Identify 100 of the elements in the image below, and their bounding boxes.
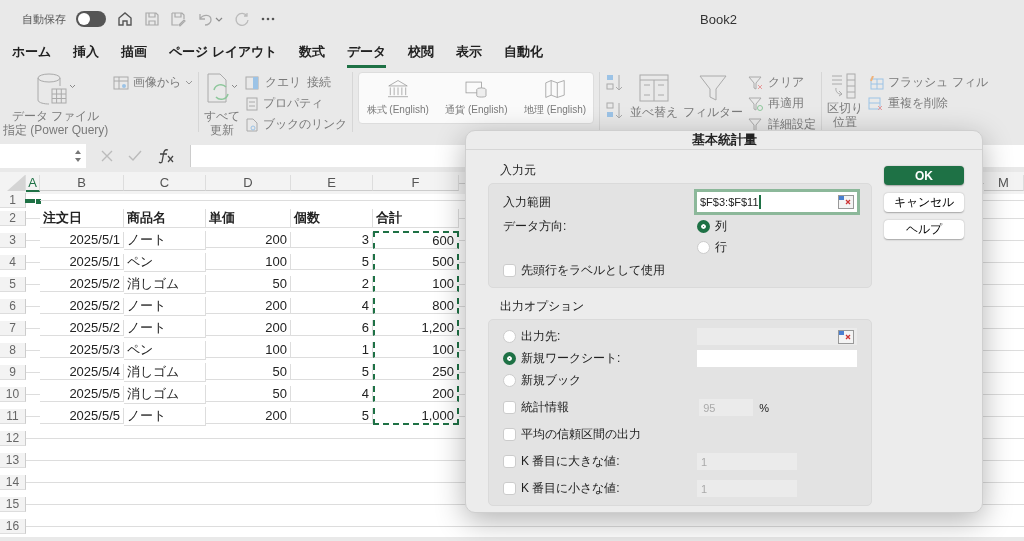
row-header[interactable]: 15: [0, 496, 26, 512]
row-header[interactable]: 11: [0, 408, 26, 424]
row-header[interactable]: 7: [0, 320, 26, 336]
table-cell: 200: [265, 232, 287, 247]
radio-label[interactable]: 新規ワークシート:: [521, 350, 621, 367]
save-icon[interactable]: [144, 11, 160, 27]
range-select-icon[interactable]: [838, 195, 854, 209]
table-cell: 1: [361, 342, 369, 357]
table-cell: 消しゴム: [127, 384, 179, 403]
dialog-button[interactable]: OK: [884, 166, 964, 185]
checkbox[interactable]: [503, 264, 516, 277]
section-heading: 出力オプション: [499, 298, 585, 315]
table-cell: 6: [361, 320, 369, 335]
autosave-toggle[interactable]: [76, 11, 106, 27]
flash-fill-icon: [868, 75, 885, 90]
table-cell: 50: [272, 276, 287, 291]
row-header[interactable]: 12: [0, 430, 26, 446]
table-cell: 2025/5/2: [69, 320, 120, 335]
active-cell[interactable]: [25, 199, 40, 203]
radio-label[interactable]: 新規ブック: [521, 372, 581, 389]
checkbox-label[interactable]: 先頭行をラベルとして使用: [521, 262, 665, 279]
radio-label[interactable]: 出力先:: [521, 328, 561, 345]
percent-label: %: [759, 401, 769, 414]
column-header[interactable]: A: [26, 174, 40, 192]
table-cell: 800: [432, 298, 454, 313]
checkbox[interactable]: [503, 482, 516, 495]
function-icon[interactable]: [156, 148, 176, 164]
ribbon-tab[interactable]: 校閲: [407, 38, 434, 68]
radio-label[interactable]: 行: [715, 239, 727, 256]
ribbon-tab[interactable]: ページ レイアウト: [169, 38, 277, 68]
column-header[interactable]: C: [124, 175, 206, 191]
redo-icon[interactable]: [234, 11, 250, 27]
ribbon-tab[interactable]: 描画: [121, 38, 147, 68]
column-header[interactable]: B: [40, 175, 124, 191]
ribbon-tab[interactable]: 挿入: [73, 38, 99, 68]
save-edit-icon[interactable]: [170, 11, 186, 27]
column-header[interactable]: M: [984, 175, 1024, 191]
picture-table-icon: [113, 75, 130, 90]
undo-icon[interactable]: [196, 11, 224, 27]
table-cell: 2025/5/1: [69, 254, 120, 269]
row-header[interactable]: 14: [0, 474, 26, 490]
table-cell: 2025/5/5: [69, 408, 120, 423]
select-all-icon[interactable]: [7, 175, 25, 191]
ribbon-tab[interactable]: ホーム: [12, 38, 51, 68]
row-header[interactable]: 13: [0, 452, 26, 468]
checkbox-label[interactable]: K 番目に小さな値:: [521, 480, 620, 497]
radio-button[interactable]: [503, 352, 516, 365]
ribbon-tab[interactable]: 表示: [455, 38, 482, 68]
table-cell: 商品名: [127, 208, 166, 227]
column-header[interactable]: F: [373, 175, 459, 191]
check-icon[interactable]: [128, 149, 142, 163]
ribbon-tab[interactable]: 自動化: [503, 38, 543, 68]
table-cell: 5: [361, 364, 369, 379]
window-title: Book2: [700, 11, 737, 27]
radio-label[interactable]: 列: [715, 218, 727, 235]
row-header[interactable]: 6: [0, 298, 26, 314]
checkbox[interactable]: [503, 455, 516, 468]
home-icon[interactable]: [116, 10, 134, 28]
table-cell: 1,000: [421, 407, 454, 423]
checkbox-label[interactable]: 統計情報: [521, 399, 569, 416]
row-header[interactable]: 8: [0, 342, 26, 358]
name-box[interactable]: [0, 144, 86, 168]
column-header[interactable]: D: [206, 175, 291, 191]
table-cell: ノート: [127, 318, 166, 337]
ribbon-tab[interactable]: 数式: [298, 38, 325, 68]
column-header[interactable]: E: [291, 175, 373, 191]
table-cell: 2: [361, 276, 369, 291]
row-header[interactable]: 4: [0, 254, 26, 270]
row-header[interactable]: 16: [0, 518, 26, 534]
cancel-icon[interactable]: [100, 149, 114, 163]
table-cell: 100: [265, 254, 287, 269]
row-header[interactable]: 5: [0, 276, 26, 292]
input-range-field[interactable]: $F$3:$F$11: [697, 192, 857, 212]
table-cell: 消しゴム: [127, 362, 179, 381]
checkbox-label[interactable]: 平均の信頼区間の出力: [521, 426, 641, 443]
autosave-label: 自動保存: [22, 11, 66, 27]
checkbox[interactable]: [503, 428, 516, 441]
row-header[interactable]: 10: [0, 386, 26, 402]
field-label: 入力範囲: [503, 193, 551, 211]
row-header[interactable]: 2: [0, 210, 26, 226]
row-header[interactable]: 9: [0, 364, 26, 380]
dialog-button[interactable]: ヘルプ: [884, 220, 964, 239]
table-cell: ノート: [127, 230, 166, 249]
caret-icon: [185, 79, 194, 86]
table-cell: 2025/5/5: [69, 386, 120, 401]
dialog-button[interactable]: キャンセル: [884, 193, 964, 212]
stepper-icon: [74, 149, 82, 163]
table-cell: 5: [361, 254, 369, 269]
section-heading: 入力元: [499, 162, 537, 179]
row-header[interactable]: 3: [0, 232, 26, 248]
table-cell: 消しゴム: [127, 274, 179, 293]
checkbox[interactable]: [503, 401, 516, 414]
row-header[interactable]: 1: [0, 193, 26, 208]
ribbon-tab[interactable]: データ: [346, 38, 386, 68]
radio-button[interactable]: [697, 220, 710, 233]
output-field[interactable]: [697, 350, 857, 367]
checkbox-label[interactable]: K 番目に大きな値:: [521, 453, 620, 470]
table-cell: 200: [265, 320, 287, 335]
table-cell: 5: [361, 408, 369, 423]
table-cell: 注文日: [43, 208, 82, 227]
